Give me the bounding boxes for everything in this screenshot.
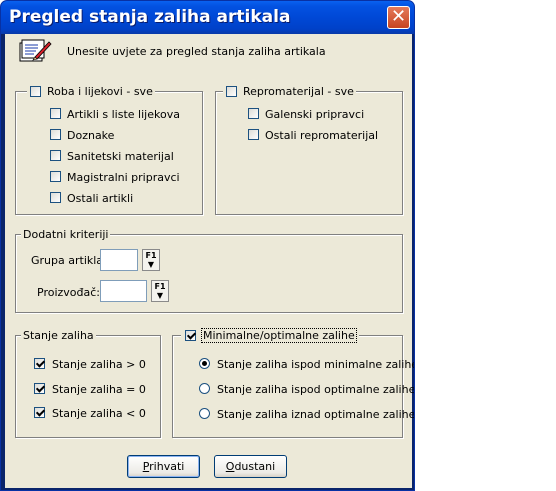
dialog-client-area: Unesite uvjete za pregled stanja zaliha … bbox=[5, 34, 415, 488]
roba-all-checkbox[interactable] bbox=[30, 86, 41, 97]
grupa-artikla-label: Grupa artikla: bbox=[31, 254, 107, 267]
stanje-legend: Stanje zaliha bbox=[21, 329, 96, 342]
grupa-artikla-input[interactable] bbox=[100, 249, 138, 271]
odustani-label-rest: dustani bbox=[234, 460, 276, 473]
ispod-minimalne-label: Stanje zaliha ispod minimalne zalihe bbox=[217, 358, 415, 371]
ispod-minimalne-radio[interactable] bbox=[199, 358, 210, 369]
dialog-window: Pregled stanja zaliha artikala ✕ Unesite… bbox=[0, 0, 415, 491]
notepad-pencil-icon bbox=[19, 39, 52, 62]
ostali-artikli-checkbox[interactable] bbox=[50, 192, 61, 203]
doznake-label: Doznake bbox=[67, 129, 115, 142]
window-title: Pregled stanja zaliha artikala bbox=[9, 7, 291, 27]
ostali-artikli-label: Ostali artikli bbox=[67, 192, 134, 205]
galenski-label: Galenski pripravci bbox=[265, 108, 365, 121]
proizvodjac-input[interactable] bbox=[100, 280, 147, 302]
ispod-optimalne-label: Stanje zaliha ispod optimalne zalihe bbox=[217, 383, 415, 396]
magistralni-label: Magistralni pripravci bbox=[67, 171, 180, 184]
prihvati-button[interactable]: Prihvati bbox=[127, 455, 200, 478]
stanje-lt-zero-label: Stanje zaliha < 0 bbox=[52, 407, 146, 420]
magistralni-checkbox[interactable] bbox=[50, 171, 61, 182]
repro-all-label: Repromaterijal - sve bbox=[243, 85, 354, 98]
sanitetski-checkbox[interactable] bbox=[50, 150, 61, 161]
grupa-lookup-label: F1 bbox=[145, 251, 157, 260]
ispod-optimalne-radio[interactable] bbox=[199, 383, 210, 394]
sanitetski-label: Sanitetski materijal bbox=[67, 150, 174, 163]
doznake-checkbox[interactable] bbox=[50, 129, 61, 140]
ostali-repro-checkbox[interactable] bbox=[248, 129, 259, 140]
minopt-checkbox-row[interactable]: Minimalne/optimalne zalihe bbox=[181, 328, 359, 343]
intro-text: Unesite uvjete za pregled stanja zaliha … bbox=[67, 45, 326, 58]
title-bar[interactable]: Pregled stanja zaliha artikala ✕ bbox=[1, 1, 414, 34]
proizvodjac-lookup-button[interactable]: F1 ▼ bbox=[151, 280, 169, 302]
galenski-checkbox[interactable] bbox=[248, 108, 259, 119]
roba-all-checkbox-row[interactable]: Roba i lijekovi - sve bbox=[27, 85, 155, 98]
odustani-button[interactable]: Odustani bbox=[214, 455, 287, 478]
stanje-gt-zero-label: Stanje zaliha > 0 bbox=[52, 358, 146, 371]
stanje-eq-zero-checkbox[interactable] bbox=[34, 383, 45, 394]
arrow-down-icon: ▼ bbox=[156, 291, 164, 300]
stanje-eq-zero-label: Stanje zaliha = 0 bbox=[52, 383, 146, 396]
stanje-gt-zero-checkbox[interactable] bbox=[34, 358, 45, 369]
stanje-lt-zero-checkbox[interactable] bbox=[34, 407, 45, 418]
prihvati-label-rest: rihvati bbox=[149, 460, 185, 473]
artikli-liste-checkbox[interactable] bbox=[50, 108, 61, 119]
minopt-label: Minimalne/optimalne zalihe bbox=[201, 328, 357, 343]
repro-all-checkbox-row[interactable]: Repromaterijal - sve bbox=[223, 85, 356, 98]
repro-all-checkbox[interactable] bbox=[226, 86, 237, 97]
ostali-repro-label: Ostali repromaterijal bbox=[265, 129, 379, 142]
iznad-optimalne-radio[interactable] bbox=[199, 408, 210, 419]
arrow-down-icon: ▼ bbox=[147, 260, 155, 269]
roba-all-label: Roba i lijekovi - sve bbox=[47, 85, 153, 98]
grupa-lookup-button[interactable]: F1 ▼ bbox=[142, 249, 160, 271]
criteria-legend: Dodatni kriteriji bbox=[21, 228, 111, 241]
artikli-liste-label: Artikli s liste lijekova bbox=[67, 108, 180, 121]
iznad-optimalne-label: Stanje zaliha iznad optimalne zalihe bbox=[217, 408, 415, 421]
criteria-group bbox=[15, 234, 403, 313]
proizvodjac-label: Proizvođač: bbox=[37, 286, 100, 299]
close-button[interactable]: ✕ bbox=[387, 6, 410, 29]
proizvodjac-lookup-label: F1 bbox=[154, 282, 166, 291]
minopt-checkbox[interactable] bbox=[185, 330, 196, 341]
